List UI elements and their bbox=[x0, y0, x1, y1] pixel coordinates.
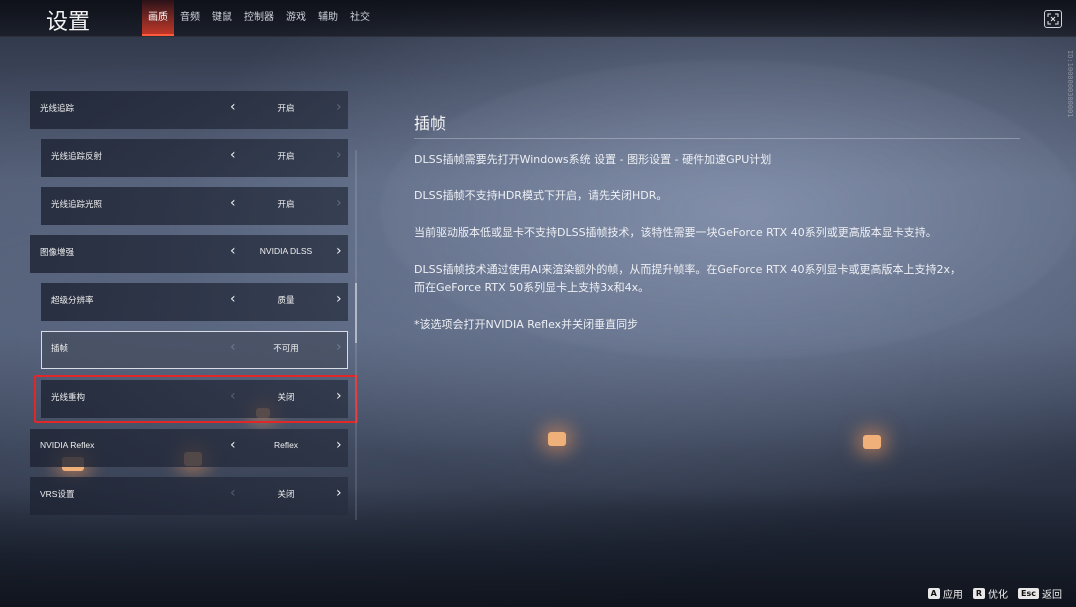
description-paragraph: DLSS插帧需要先打开Windows系统 设置 - 图形设置 - 硬件加速GPU… bbox=[414, 153, 772, 166]
tab-bar: 画质 音频 键鼠 控制器 游戏 辅助 社交 bbox=[142, 0, 376, 36]
setting-value: NVIDIA DLSS bbox=[259, 246, 313, 256]
chevron-left-icon[interactable]: ‹ bbox=[230, 243, 236, 259]
setting-value: 关闭 bbox=[277, 489, 295, 499]
setting-label: 光线追踪反射 bbox=[51, 151, 103, 161]
setting-label: 光线追踪 bbox=[40, 103, 75, 113]
setting-label: 光线追踪光照 bbox=[51, 199, 103, 209]
setting-value: 质量 bbox=[277, 295, 295, 305]
setting-super-resolution[interactable]: 超级分辨率 ‹ 质量 › bbox=[41, 283, 348, 321]
divider bbox=[414, 138, 1020, 139]
setting-ray-tracing[interactable]: 光线追踪 ‹ 开启 › bbox=[30, 91, 348, 129]
optimize-button[interactable]: R 优化 bbox=[972, 586, 1009, 601]
chevron-right-icon[interactable]: › bbox=[336, 147, 342, 163]
description-title: 插帧 bbox=[414, 114, 447, 133]
back-label: 返回 bbox=[1042, 590, 1062, 601]
setting-value: 不可用 bbox=[273, 343, 299, 353]
tab-audio[interactable]: 音频 bbox=[174, 0, 206, 36]
key-r-icon: R bbox=[972, 588, 986, 599]
optimize-label: 优化 bbox=[988, 590, 1009, 601]
top-bar: 设置 画质 音频 键鼠 控制器 游戏 辅助 社交 bbox=[0, 0, 1076, 37]
lantern-decoration bbox=[863, 435, 881, 449]
setting-ray-tracing-reflection[interactable]: 光线追踪反射 ‹ 开启 › bbox=[41, 139, 348, 177]
setting-label: VRS设置 bbox=[40, 489, 75, 499]
setting-value: 开启 bbox=[277, 103, 295, 113]
setting-vrs[interactable]: VRS设置 ‹ 关闭 › bbox=[30, 477, 348, 515]
build-id: ID:1000000300001 bbox=[1066, 50, 1074, 118]
tab-social[interactable]: 社交 bbox=[344, 0, 376, 36]
chevron-left-icon[interactable]: ‹ bbox=[230, 437, 236, 453]
chevron-left-icon[interactable]: ‹ bbox=[230, 339, 236, 355]
setting-value: 开启 bbox=[277, 199, 295, 209]
chevron-left-icon[interactable]: ‹ bbox=[230, 99, 236, 115]
chevron-right-icon[interactable]: › bbox=[336, 99, 342, 115]
scrollbar-thumb[interactable] bbox=[355, 283, 357, 343]
footer-hints: A 应用 R 优化 Esc 返回 bbox=[927, 586, 1062, 601]
chevron-right-icon[interactable]: › bbox=[336, 339, 342, 355]
setting-label: 超级分辨率 bbox=[51, 295, 94, 305]
setting-label: NVIDIA Reflex bbox=[40, 440, 95, 450]
setting-label: 图像增强 bbox=[40, 247, 75, 257]
key-esc-icon: Esc bbox=[1018, 588, 1039, 599]
description-paragraph: 当前驱动版本低或显卡不支持DLSS插帧技术，该特性需要一块GeForce RTX… bbox=[414, 226, 937, 239]
lantern-decoration bbox=[548, 432, 566, 446]
chevron-left-icon[interactable]: ‹ bbox=[230, 147, 236, 163]
description-paragraph: DLSS插帧不支持HDR模式下开启，请先关闭HDR。 bbox=[414, 189, 668, 202]
chevron-right-icon[interactable]: › bbox=[336, 195, 342, 211]
background-fog bbox=[380, 60, 1076, 360]
close-icon-glyph bbox=[1047, 13, 1059, 25]
description-paragraph: DLSS插帧技术通过使用AI来渲染额外的帧，从而提升帧率。在GeForce RT… bbox=[414, 263, 961, 276]
chevron-right-icon[interactable]: › bbox=[336, 243, 342, 259]
apply-label: 应用 bbox=[942, 590, 963, 601]
page-title: 设置 bbox=[46, 10, 91, 35]
chevron-left-icon[interactable]: ‹ bbox=[230, 485, 236, 501]
annotation-highlight-box bbox=[34, 375, 358, 423]
tab-controller[interactable]: 控制器 bbox=[238, 0, 280, 36]
close-icon[interactable] bbox=[1044, 10, 1062, 28]
setting-ray-tracing-lighting[interactable]: 光线追踪光照 ‹ 开启 › bbox=[41, 187, 348, 225]
setting-value: 开启 bbox=[277, 151, 295, 161]
tab-game[interactable]: 游戏 bbox=[280, 0, 312, 36]
chevron-left-icon[interactable]: ‹ bbox=[230, 195, 236, 211]
setting-value: Reflex bbox=[273, 440, 299, 450]
apply-button[interactable]: A 应用 bbox=[927, 586, 963, 601]
tab-keyboard-mouse[interactable]: 键鼠 bbox=[206, 0, 238, 36]
description-paragraph: 而在GeForce RTX 50系列显卡上支持3x和4x。 bbox=[414, 281, 650, 294]
setting-frame-generation[interactable]: 插帧 ‹ 不可用 › bbox=[41, 331, 348, 369]
back-button[interactable]: Esc 返回 bbox=[1018, 586, 1062, 601]
chevron-left-icon[interactable]: ‹ bbox=[230, 291, 236, 307]
setting-label: 插帧 bbox=[51, 343, 69, 353]
tab-graphics[interactable]: 画质 bbox=[142, 0, 174, 36]
chevron-right-icon[interactable]: › bbox=[336, 437, 342, 453]
chevron-right-icon[interactable]: › bbox=[336, 485, 342, 501]
key-a-icon: A bbox=[927, 588, 940, 599]
setting-image-enhancement[interactable]: 图像增强 ‹ NVIDIA DLSS › bbox=[30, 235, 348, 273]
chevron-right-icon[interactable]: › bbox=[336, 291, 342, 307]
tab-accessibility[interactable]: 辅助 bbox=[312, 0, 344, 36]
description-paragraph: *该选项会打开NVIDIA Reflex并关闭垂直同步 bbox=[414, 318, 639, 331]
setting-nvidia-reflex[interactable]: NVIDIA Reflex ‹ Reflex › bbox=[30, 429, 348, 467]
